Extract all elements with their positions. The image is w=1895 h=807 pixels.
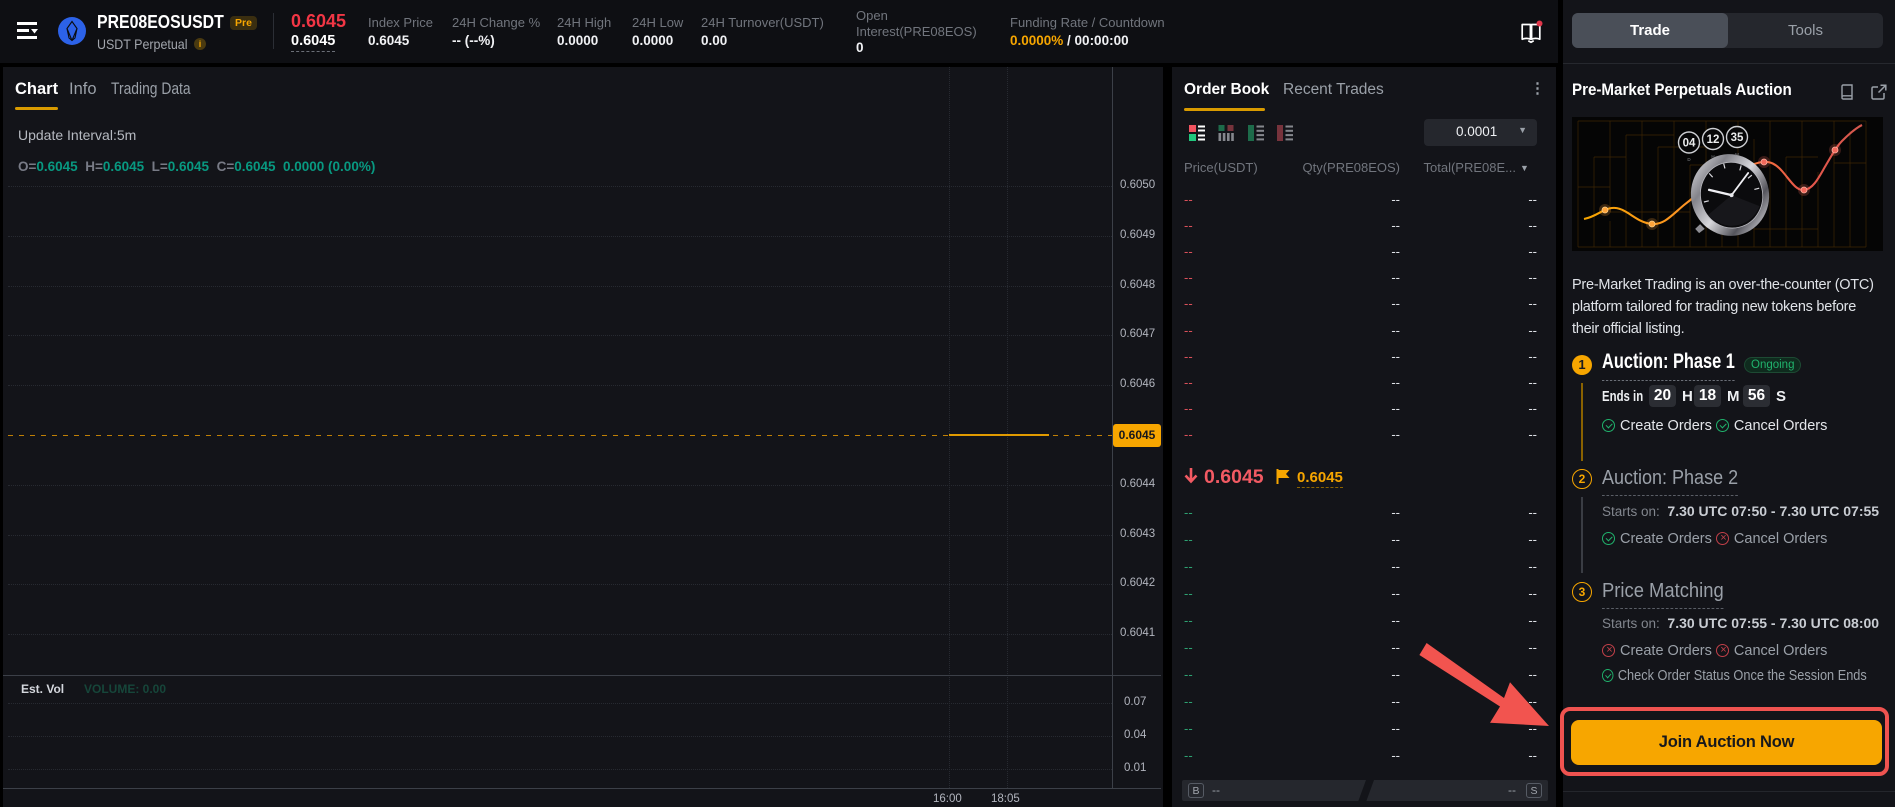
svg-text:12: 12 — [1707, 134, 1720, 146]
svg-text:H: H — [1711, 154, 1714, 159]
svg-text:04: 04 — [1683, 138, 1696, 150]
svg-text:35: 35 — [1731, 132, 1744, 144]
svg-text:M: M — [1735, 152, 1739, 157]
